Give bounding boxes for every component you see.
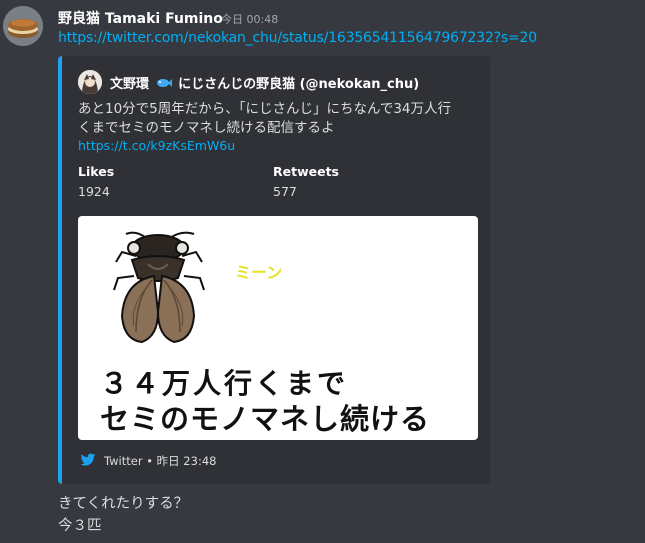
author-avatar-icon xyxy=(78,70,102,94)
message-tweet-link[interactable]: https://twitter.com/nekokan_chu/status/1… xyxy=(58,30,537,46)
author-avatar[interactable] xyxy=(78,70,102,94)
user-avatar[interactable] xyxy=(3,6,43,46)
field-retweets-label: Retweets xyxy=(273,164,339,179)
footer-separator: • xyxy=(146,454,153,468)
message-text: 今３匹 xyxy=(58,518,102,534)
dorayaki-avatar-icon xyxy=(3,6,43,46)
field-likes-label: Likes xyxy=(78,164,115,179)
footer-source: Twitter xyxy=(104,454,143,468)
twitter-bird-icon xyxy=(80,453,96,466)
message-text: きてくれたりする？ xyxy=(58,496,189,512)
embed-description: あと10分で5周年だから、「にじさんじ」にちなんで34万人行 くまでセミのモノマ… xyxy=(78,100,478,138)
tweet-embed: 文野環 にじさんじの野良猫 (@nekokan_chu) あと10分で5周年だか… xyxy=(58,56,490,484)
image-sound-text: ミーン xyxy=(235,263,283,282)
embed-description-line: あと10分で5周年だから、「にじさんじ」にちなんで34万人行 xyxy=(78,101,452,117)
embed-description-line: くまでセミのモノマネし続ける配信するよ xyxy=(78,120,335,136)
embed-author[interactable]: 文野環 にじさんじの野良猫 (@nekokan_chu) xyxy=(110,73,419,92)
fish-icon xyxy=(156,79,172,87)
footer-time: 昨日 23:48 xyxy=(156,454,217,468)
embed-image[interactable]: ミーン ３４万人行くまで セミのモノマネし続ける xyxy=(78,216,478,440)
embed-short-link[interactable]: https://t.co/k9zKsEmW6u xyxy=(78,138,235,153)
message-username[interactable]: 野良猫 Tamaki Fumino xyxy=(58,8,223,28)
field-retweets-value: 577 xyxy=(273,184,297,199)
embed-author-suffix: にじさんじの野良猫 (@nekokan_chu) xyxy=(178,77,420,92)
embed-author-prefix: 文野環 xyxy=(110,77,150,92)
image-caption-line2: セミのモノマネし続ける xyxy=(100,402,431,436)
field-likes-value: 1924 xyxy=(78,184,110,199)
message-timestamp: 今日 00:48 xyxy=(221,13,279,26)
embed-footer: Twitter • 昨日 23:48 xyxy=(104,453,216,469)
